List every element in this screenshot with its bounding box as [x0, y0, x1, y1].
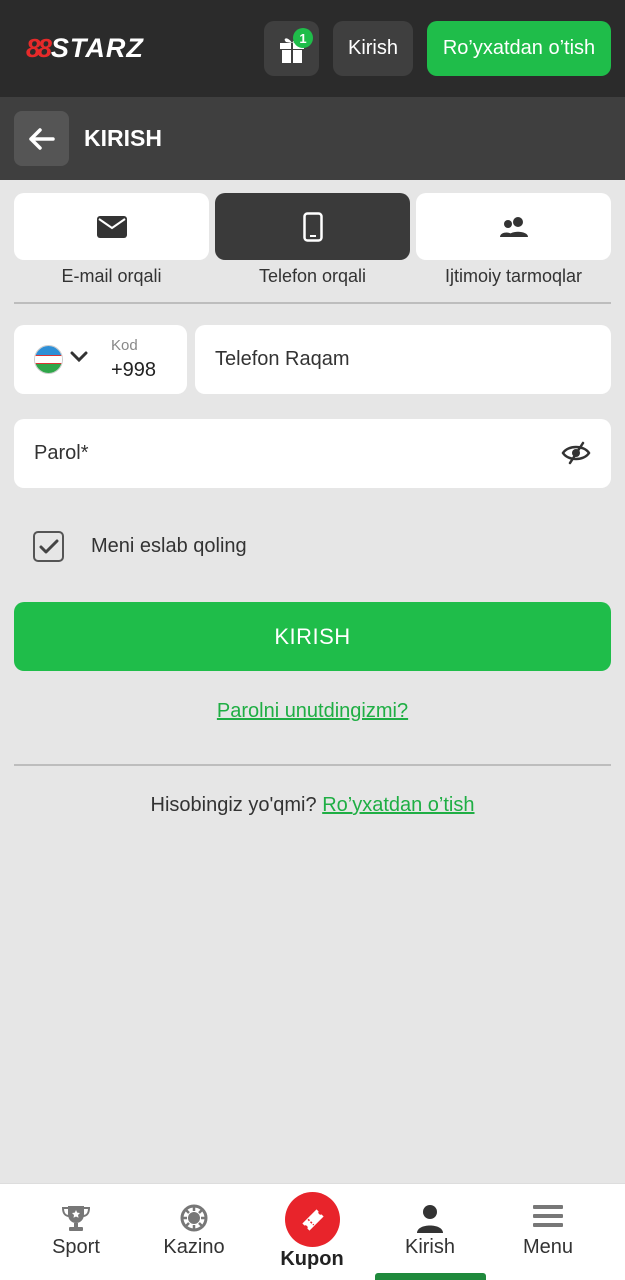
country-code-select[interactable]: Kod +998 [14, 325, 187, 394]
register-button[interactable]: Ro’yxatdan o’tish [427, 21, 611, 76]
nav-menu[interactable]: Menu [489, 1184, 607, 1280]
phone-field-box [195, 325, 611, 394]
tab-social-label: Ijtimoiy tarmoqlar [444, 266, 583, 286]
tab-email-label: E-mail orqali [61, 266, 162, 286]
page-title: KIRISH [84, 125, 162, 151]
nav-login[interactable]: Kirish [371, 1184, 489, 1280]
nav-coupon-label: Kupon [280, 1248, 344, 1270]
page-header: KIRISH [0, 97, 625, 180]
mail-icon [96, 215, 127, 238]
uzbekistan-flag-icon [34, 345, 63, 374]
people-icon [499, 216, 528, 237]
bottom-nav: Sport Kazino Kupon Kirish Menu [0, 1183, 625, 1280]
no-account-row: Hisobingiz yo'qmi? Ro’yxatdan o’tish [0, 794, 625, 817]
ticket-icon [301, 1208, 324, 1231]
gift-badge: 1 [293, 28, 313, 48]
register-link[interactable]: Ro’yxatdan o’tish [322, 794, 474, 816]
casino-chip-icon [180, 1204, 208, 1232]
logo-text: STARZ [50, 32, 144, 63]
nav-login-label: Kirish [404, 1236, 455, 1258]
submit-login-button[interactable]: KIRISH [14, 602, 611, 671]
tab-email[interactable] [14, 193, 209, 260]
logo-mark: 88 [26, 32, 52, 63]
divider [14, 764, 611, 766]
password-field-box [14, 419, 611, 488]
nav-casino-label: Kazino [163, 1236, 225, 1258]
nav-coupon[interactable] [285, 1192, 340, 1247]
arrow-left-icon [28, 127, 55, 150]
tab-social[interactable] [416, 193, 611, 260]
forgot-password-anchor[interactable]: Parolni unutdingizmi? [217, 700, 408, 722]
eye-off-icon[interactable] [561, 441, 591, 465]
remember-me-checkbox[interactable] [33, 531, 64, 562]
nav-casino[interactable]: Kazino [135, 1184, 253, 1280]
tab-phone[interactable] [215, 193, 410, 260]
hamburger-icon [533, 1205, 563, 1227]
code-label: Kod [111, 337, 138, 354]
code-value: +998 [111, 359, 157, 381]
user-icon [417, 1205, 443, 1233]
forgot-password-link: Parolni unutdingizmi? [0, 700, 625, 723]
phone-input[interactable] [215, 325, 575, 394]
remember-me-label: Meni eslab qoling [91, 535, 247, 557]
chevron-down-icon [70, 351, 88, 363]
nav-sport-label: Sport [52, 1236, 100, 1258]
nav-sport[interactable]: Sport [17, 1184, 135, 1280]
nav-menu-label: Menu [522, 1236, 574, 1258]
divider [14, 302, 611, 304]
password-input[interactable] [34, 419, 394, 488]
starz-logo[interactable]: 88 STARZ [26, 32, 144, 64]
login-button[interactable]: Kirish [333, 21, 413, 76]
gift-button[interactable]: 1 [264, 21, 319, 76]
tab-phone-label: Telefon orqali [258, 266, 367, 286]
checkmark-icon [39, 539, 58, 553]
phone-icon [302, 211, 323, 242]
top-bar: 88 STARZ 1 Kirish Ro’yxatdan o’tish [0, 0, 625, 97]
trophy-icon [61, 1206, 91, 1231]
active-tab-indicator [375, 1273, 486, 1280]
no-account-text: Hisobingiz yo'qmi? [150, 794, 317, 816]
back-button[interactable] [14, 111, 69, 166]
